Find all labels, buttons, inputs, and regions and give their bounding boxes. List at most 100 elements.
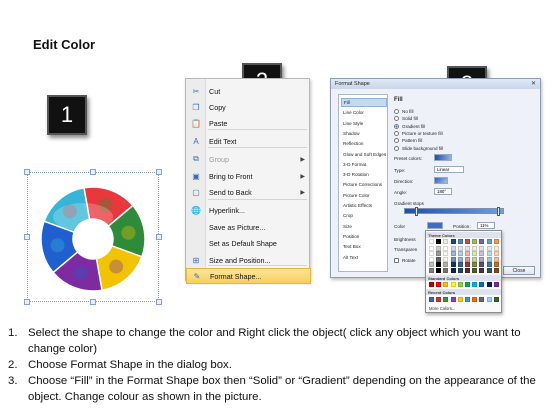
color-swatch[interactable] xyxy=(436,282,442,287)
color-swatch[interactable] xyxy=(486,282,492,287)
color-swatch[interactable] xyxy=(450,239,456,244)
color-swatch[interactable] xyxy=(472,267,478,273)
nav-item-position[interactable]: Position xyxy=(341,232,387,241)
color-swatch[interactable] xyxy=(429,251,434,256)
color-swatch[interactable] xyxy=(443,256,449,262)
color-swatch[interactable] xyxy=(429,267,434,273)
direction-dropdown[interactable] xyxy=(434,177,448,184)
rotate-checkbox[interactable] xyxy=(394,257,399,263)
color-swatch[interactable] xyxy=(436,262,442,267)
fill-option-picture-or-texture-fill[interactable]: Picture or texture fill xyxy=(394,130,443,137)
color-swatch[interactable] xyxy=(436,267,442,273)
color-swatch[interactable] xyxy=(472,239,478,244)
color-swatch[interactable] xyxy=(486,256,492,262)
color-swatch[interactable] xyxy=(479,251,485,256)
color-swatch[interactable] xyxy=(443,282,449,287)
nav-item-crop[interactable]: Crop xyxy=(341,211,387,220)
color-swatch[interactable] xyxy=(450,256,456,262)
color-swatch[interactable] xyxy=(457,262,463,267)
color-swatch[interactable] xyxy=(479,256,485,262)
color-swatch[interactable] xyxy=(457,267,463,273)
color-swatch[interactable] xyxy=(479,282,485,287)
fill-option-solid-fill[interactable]: Solid fill xyxy=(394,115,418,122)
color-swatch[interactable] xyxy=(450,245,456,251)
color-swatch[interactable] xyxy=(450,262,456,267)
color-swatch[interactable] xyxy=(486,297,492,302)
menu-item-hyperlink[interactable]: 🌐 Hyperlink... xyxy=(186,202,311,218)
color-swatch[interactable] xyxy=(429,262,434,267)
color-swatch[interactable] xyxy=(457,239,463,244)
color-swatch[interactable] xyxy=(465,262,470,267)
nav-item-shadow[interactable]: Shadow xyxy=(341,129,387,138)
color-swatch[interactable] xyxy=(486,251,492,256)
radio-button[interactable] xyxy=(394,116,399,122)
nav-item-3-d-rotation[interactable]: 3-D Rotation xyxy=(341,170,387,179)
color-swatch[interactable] xyxy=(443,239,449,244)
color-swatch[interactable] xyxy=(436,297,442,302)
more-colors-link[interactable]: More Colors... xyxy=(429,306,455,311)
color-swatch[interactable] xyxy=(472,262,478,267)
nav-item-glow-and-soft-edges[interactable]: Glow and Soft Edges xyxy=(341,150,387,159)
color-swatch[interactable] xyxy=(493,239,499,244)
menu-item-format-shape[interactable]: ✎ Format Shape... xyxy=(186,268,311,284)
color-swatch[interactable] xyxy=(443,251,449,256)
nav-item-artistic-effects[interactable]: Artistic Effects xyxy=(341,201,387,210)
gradient-stops-bar[interactable] xyxy=(404,207,504,216)
color-swatch[interactable] xyxy=(472,297,478,302)
color-swatch[interactable] xyxy=(493,262,499,267)
color-swatch[interactable] xyxy=(486,245,492,251)
gradient-stop-handle[interactable] xyxy=(497,207,500,216)
color-swatch[interactable] xyxy=(479,297,485,302)
color-swatch[interactable] xyxy=(450,267,456,273)
gradient-stop-handle[interactable] xyxy=(415,207,418,216)
color-swatch[interactable] xyxy=(457,256,463,262)
color-swatch[interactable] xyxy=(429,239,434,244)
color-swatch[interactable] xyxy=(450,297,456,302)
color-swatch[interactable] xyxy=(479,239,485,244)
preset-colors-dropdown[interactable] xyxy=(434,154,452,161)
color-swatch[interactable] xyxy=(465,282,470,287)
fill-option-gradient-fill[interactable]: Gradient fill xyxy=(394,123,425,130)
menu-item-bring-to-front[interactable]: ▣ Bring to Front ▶ xyxy=(186,168,311,184)
color-swatch[interactable] xyxy=(465,251,470,256)
color-swatch[interactable] xyxy=(486,239,492,244)
nav-item-line-style[interactable]: Line Style xyxy=(341,119,387,128)
nav-item-picture-color[interactable]: Picture Color xyxy=(341,191,387,200)
color-swatch[interactable] xyxy=(472,251,478,256)
color-swatch[interactable] xyxy=(465,297,470,302)
color-swatch[interactable] xyxy=(479,262,485,267)
nav-item-size[interactable]: Size xyxy=(341,222,387,231)
color-swatch[interactable] xyxy=(457,297,463,302)
color-swatch[interactable] xyxy=(450,282,456,287)
color-swatch[interactable] xyxy=(472,256,478,262)
color-swatch[interactable] xyxy=(493,251,499,256)
color-swatch[interactable] xyxy=(493,282,499,287)
color-swatch[interactable] xyxy=(493,297,499,302)
nav-item-3-d-format[interactable]: 3-D Format xyxy=(341,160,387,169)
color-swatch[interactable] xyxy=(465,267,470,273)
color-swatch[interactable] xyxy=(479,245,485,251)
color-swatch[interactable] xyxy=(465,256,470,262)
color-swatch[interactable] xyxy=(486,262,492,267)
close-icon[interactable]: ✕ xyxy=(531,80,536,87)
color-swatch[interactable] xyxy=(443,245,449,251)
radio-button[interactable] xyxy=(394,145,399,151)
menu-item-set-as-default-shape[interactable]: Set as Default Shape xyxy=(186,235,311,251)
color-swatch[interactable] xyxy=(472,245,478,251)
fill-option-no-fill[interactable]: No fill xyxy=(394,108,414,115)
puzzle-ring-shape[interactable] xyxy=(24,169,162,305)
menu-item-send-to-back[interactable]: ▢ Send to Back ▶ xyxy=(186,184,311,200)
angle-input[interactable]: 180° xyxy=(434,188,452,195)
nav-item-line-color[interactable]: Line Color xyxy=(341,108,387,117)
color-swatch[interactable] xyxy=(465,245,470,251)
color-swatch[interactable] xyxy=(443,297,449,302)
color-swatch[interactable] xyxy=(493,267,499,273)
fill-option-slide-background-fill[interactable]: Slide background fill xyxy=(394,145,443,152)
color-swatch[interactable] xyxy=(457,245,463,251)
nav-item-reflection[interactable]: Reflection xyxy=(341,139,387,148)
nav-item-fill[interactable]: Fill xyxy=(341,98,387,107)
color-swatch[interactable] xyxy=(457,251,463,256)
nav-item-alt-text[interactable]: Alt Text xyxy=(341,253,387,262)
nav-item-picture-corrections[interactable]: Picture Corrections xyxy=(341,180,387,189)
color-swatch[interactable] xyxy=(429,256,434,262)
